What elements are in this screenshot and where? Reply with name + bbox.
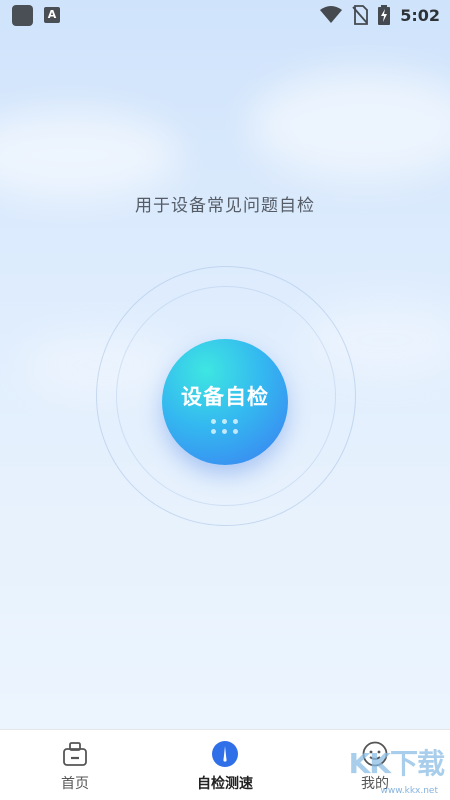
tab-home[interactable]: 首页 bbox=[0, 730, 150, 800]
bottom-tab-bar: 首页 自检测速 我的 bbox=[0, 729, 450, 800]
tab-mine-label: 我的 bbox=[361, 776, 389, 792]
home-icon bbox=[63, 742, 87, 766]
a-notification-icon: A bbox=[44, 7, 60, 23]
device-self-check-button[interactable]: 设备自检 bbox=[162, 339, 288, 465]
dots-grid-icon bbox=[211, 419, 239, 435]
app-notification-icon bbox=[12, 5, 33, 26]
page-subtitle: 用于设备常见问题自检 bbox=[135, 196, 315, 216]
status-bar: A 5:02 bbox=[0, 0, 450, 30]
profile-icon bbox=[362, 741, 388, 767]
clock-time: 5:02 bbox=[400, 5, 440, 25]
tab-self-check[interactable]: 自检测速 bbox=[150, 730, 300, 800]
speed-check-icon bbox=[212, 741, 238, 767]
battery-charging-icon bbox=[378, 5, 391, 25]
wifi-icon bbox=[320, 6, 343, 23]
check-button-label: 设备自检 bbox=[181, 385, 269, 409]
tab-self-check-label: 自检测速 bbox=[197, 776, 253, 792]
tab-home-label: 首页 bbox=[61, 776, 89, 792]
tab-mine[interactable]: 我的 bbox=[300, 730, 450, 800]
no-sim-icon bbox=[352, 5, 369, 25]
